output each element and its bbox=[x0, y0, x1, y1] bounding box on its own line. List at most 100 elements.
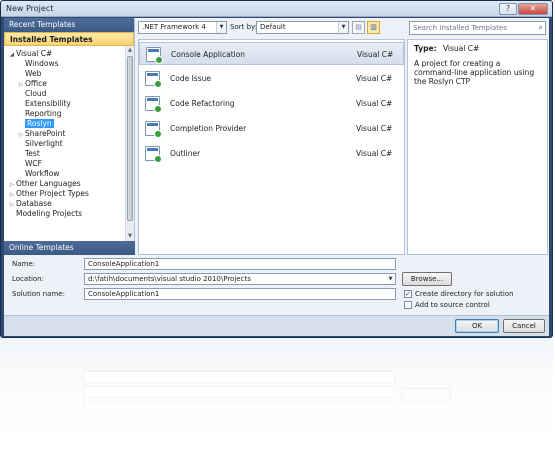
scroll-up-icon[interactable]: ▲ bbox=[126, 46, 134, 55]
tree-item-label: Database bbox=[16, 199, 52, 208]
chevron-down-icon[interactable]: ▼ bbox=[386, 274, 395, 284]
dialog-footer: OK Cancel bbox=[4, 315, 549, 336]
template-categories-panel: Recent Templates Installed Templates ◢ Vi… bbox=[4, 18, 135, 255]
title-bar[interactable]: New Project ? ✕ bbox=[1, 1, 552, 17]
template-list-item[interactable]: Outliner Visual C# bbox=[139, 142, 404, 165]
search-icon[interactable]: ⌕ bbox=[539, 22, 543, 34]
reflection-fade bbox=[0, 338, 555, 450]
close-icon[interactable]: ✕ bbox=[518, 3, 548, 15]
create-directory-label: Create directory for solution bbox=[415, 290, 514, 298]
tree-item-label: Windows bbox=[25, 59, 59, 68]
solution-name-label: Solution name: bbox=[12, 290, 65, 298]
tree-item[interactable]: Reporting bbox=[4, 109, 125, 119]
tree-item[interactable]: ▷ Other Project Types bbox=[4, 189, 125, 199]
window-title: New Project bbox=[6, 4, 54, 13]
template-list-item[interactable]: Console Application Visual C# bbox=[139, 42, 404, 65]
csharp-badge-icon bbox=[155, 56, 163, 64]
name-value: ConsoleApplication1 bbox=[88, 260, 160, 268]
template-list-item[interactable]: Completion Provider Visual C# bbox=[139, 117, 404, 140]
cancel-button[interactable]: Cancel bbox=[503, 319, 545, 333]
csharp-project-icon bbox=[145, 121, 162, 138]
csharp-project-icon bbox=[146, 47, 163, 64]
add-to-source-control-label: Add to source control bbox=[415, 301, 490, 309]
csharp-badge-icon bbox=[154, 130, 162, 138]
scroll-thumb[interactable] bbox=[127, 56, 133, 221]
small-icons-view-icon[interactable]: ▥ bbox=[367, 21, 380, 34]
tree-item[interactable]: ▷ SharePoint bbox=[4, 129, 125, 139]
tree-item-label: WCF bbox=[25, 159, 42, 168]
sort-value: Default bbox=[260, 23, 286, 31]
tree-item-label: Test bbox=[25, 149, 40, 158]
dialog-body: Recent Templates Installed Templates ◢ Vi… bbox=[4, 18, 549, 336]
tree-item[interactable]: Cloud bbox=[4, 89, 125, 99]
name-label: Name: bbox=[12, 260, 36, 268]
search-installed-templates-input[interactable]: Search Installed Templates ⌕ bbox=[409, 21, 546, 35]
tree-item-label: Web bbox=[25, 69, 42, 78]
chevron-down-icon: ▼ bbox=[216, 22, 226, 33]
template-language: Visual C# bbox=[356, 99, 393, 108]
tree-item-label: Silverlight bbox=[25, 139, 63, 148]
online-templates-header[interactable]: Online Templates bbox=[4, 241, 135, 255]
csharp-badge-icon bbox=[154, 155, 162, 163]
tree-item-label: Workflow bbox=[25, 169, 60, 178]
chevron-down-icon: ▼ bbox=[338, 22, 348, 33]
template-list-item[interactable]: Code Refactoring Visual C# bbox=[139, 92, 404, 115]
tree-item[interactable]: Web bbox=[4, 69, 125, 79]
medium-icons-view-icon[interactable]: ▤ bbox=[352, 21, 365, 34]
tree-item[interactable]: Test bbox=[4, 149, 125, 159]
csharp-badge-icon bbox=[154, 105, 162, 113]
tree-item-label: Roslyn bbox=[25, 119, 54, 128]
csharp-badge-icon bbox=[154, 80, 162, 88]
new-project-dialog: New Project ? ✕ Recent Templates Install… bbox=[0, 0, 553, 338]
tree-scrollbar[interactable]: ▲ ▼ bbox=[125, 46, 134, 241]
category-tree: ◢ Visual C# Windows Web ▷ Office Cloud Extensib… bbox=[4, 46, 125, 241]
description-text: A project for creating a command-line ap… bbox=[414, 59, 535, 86]
tree-item[interactable]: ▷ Other Languages bbox=[4, 179, 125, 189]
csharp-project-icon bbox=[145, 96, 162, 113]
help-icon[interactable]: ? bbox=[499, 3, 517, 15]
sort-select[interactable]: Default ▼ bbox=[256, 21, 349, 34]
tree-item-label: Other Languages bbox=[16, 179, 81, 188]
recent-templates-header[interactable]: Recent Templates bbox=[4, 18, 134, 32]
location-value: d:\fatih\documents\visual studio 2010\Pr… bbox=[88, 275, 251, 283]
type-value: Visual C# bbox=[442, 44, 480, 53]
installed-templates-header[interactable]: Installed Templates bbox=[4, 32, 134, 46]
tree-item[interactable]: Modeling Projects bbox=[4, 209, 125, 219]
tree-item[interactable]: ▷ Office bbox=[4, 79, 125, 89]
type-line: Type: Visual C# bbox=[414, 44, 541, 53]
tree-item-label: Reporting bbox=[25, 109, 62, 118]
template-description-panel: Type: Visual C# A project for creating a… bbox=[407, 39, 548, 255]
framework-select[interactable]: .NET Framework 4 ▼ bbox=[138, 21, 227, 34]
template-name: Console Application bbox=[171, 50, 246, 59]
ok-button[interactable]: OK bbox=[455, 319, 499, 333]
location-field[interactable]: d:\fatih\documents\visual studio 2010\Pr… bbox=[84, 273, 396, 285]
tree-item[interactable]: ◢ Visual C# bbox=[4, 49, 125, 59]
csharp-project-icon bbox=[145, 71, 162, 88]
location-label: Location: bbox=[12, 275, 44, 283]
scroll-down-icon[interactable]: ▼ bbox=[126, 232, 134, 241]
template-language: Visual C# bbox=[357, 50, 394, 59]
template-list-item[interactable]: Code Issue Visual C# bbox=[139, 67, 404, 90]
tree-item[interactable]: Windows bbox=[4, 59, 125, 69]
tree-item-label: Visual C# bbox=[16, 49, 53, 58]
tree-item[interactable]: Extensibility bbox=[4, 99, 125, 109]
solution-name-value: ConsoleApplication1 bbox=[88, 290, 160, 298]
search-placeholder: Search Installed Templates bbox=[413, 24, 507, 32]
tree-item[interactable]: WCF bbox=[4, 159, 125, 169]
tree-item-label: Extensibility bbox=[25, 99, 71, 108]
template-name: Completion Provider bbox=[170, 124, 247, 133]
browse-button[interactable]: Browse... bbox=[402, 272, 452, 286]
solution-name-field[interactable]: ConsoleApplication1 bbox=[84, 288, 396, 300]
tree-item[interactable]: Roslyn bbox=[4, 119, 125, 129]
tree-item[interactable]: Workflow bbox=[4, 169, 125, 179]
csharp-project-icon bbox=[145, 146, 162, 163]
tree-item-label: Modeling Projects bbox=[16, 209, 83, 218]
window-controls: ? ✕ bbox=[498, 3, 548, 15]
tree-item[interactable]: ▷ Database bbox=[4, 199, 125, 209]
template-name: Code Refactoring bbox=[170, 99, 235, 108]
template-name: Code Issue bbox=[170, 74, 211, 83]
template-toolbar: .NET Framework 4 ▼ Sort by: Default ▼ ▤ … bbox=[138, 21, 401, 35]
tree-item-label: Cloud bbox=[25, 89, 47, 98]
name-field[interactable]: ConsoleApplication1 bbox=[84, 258, 396, 270]
tree-item[interactable]: Silverlight bbox=[4, 139, 125, 149]
